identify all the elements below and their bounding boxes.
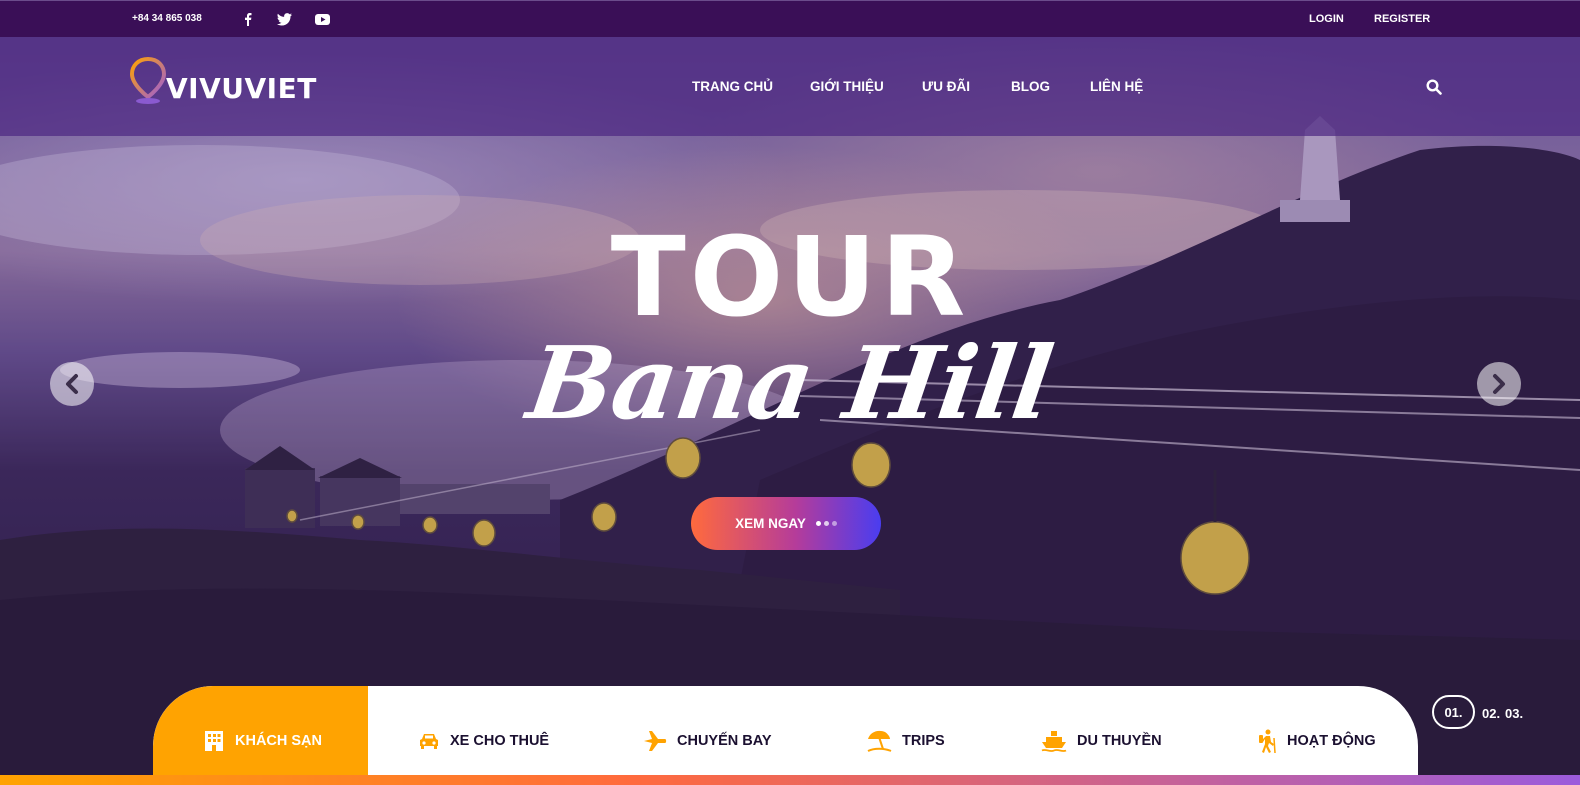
cta-label: XEM NGAY [735, 516, 806, 531]
tab-label: KHÁCH SẠN [235, 732, 322, 749]
twitter-icon[interactable] [276, 11, 292, 27]
login-link[interactable]: LOGIN [1309, 13, 1344, 25]
nav-trang-chu[interactable]: TRANG CHỦ [692, 79, 773, 94]
top-bar: +84 34 865 038 LOGIN REGISTER [0, 0, 1580, 37]
chevron-left-icon[interactable] [50, 362, 94, 406]
hotel-icon [205, 730, 223, 751]
service-tabs: KHÁCH SẠN XE CHO THUÊ CHUYẾN BAY TRIPS D… [153, 686, 1418, 785]
car-icon [420, 733, 438, 749]
nav-gioi-thieu[interactable]: GIỚI THIỆU [810, 79, 884, 94]
location-pin-icon [130, 57, 167, 104]
tab-label: TRIPS [902, 732, 945, 749]
tab-du-thuyen[interactable]: DU THUYỀN [1041, 686, 1162, 785]
tab-trips[interactable]: TRIPS [866, 686, 945, 785]
hero-title: TOUR [610, 213, 970, 341]
hero-subtitle: Bana Hill [521, 324, 1059, 442]
nav-blog[interactable]: BLOG [1011, 79, 1050, 94]
chevron-right-icon[interactable] [1477, 362, 1521, 406]
tab-xe-cho-thue[interactable]: XE CHO THUÊ [418, 686, 549, 785]
brand-name: VIVUVIET [166, 72, 317, 105]
tab-label: HOẠT ĐỘNG [1287, 732, 1376, 749]
main-navbar: VIVUVIET TRANG CHỦ GIỚI THIỆU ƯU ĐÃI BLO… [0, 37, 1580, 136]
beach-umbrella-icon [867, 730, 892, 752]
youtube-icon[interactable] [314, 11, 330, 27]
tab-label: DU THUYỀN [1077, 732, 1162, 749]
tab-khach-san[interactable]: KHÁCH SẠN [153, 686, 368, 785]
dots-icon [815, 521, 837, 526]
phone-number[interactable]: +84 34 865 038 [132, 13, 202, 24]
slide-page-1[interactable]: 01. [1432, 695, 1475, 729]
tab-label: XE CHO THUÊ [450, 732, 550, 749]
bottom-accent-line [0, 775, 1580, 785]
nav-lien-he[interactable]: LIÊN HỆ [1090, 79, 1143, 94]
nav-uu-dai[interactable]: ƯU ĐÃI [922, 79, 970, 94]
xem-ngay-button[interactable]: XEM NGAY [691, 497, 881, 550]
hiking-icon [1259, 729, 1276, 753]
slide-page-3[interactable]: 03. [1505, 706, 1523, 721]
tab-hoat-dong[interactable]: HOẠT ĐỘNG [1257, 686, 1376, 785]
slide-page-2[interactable]: 02. [1482, 706, 1500, 721]
site-logo[interactable]: VIVUVIET [130, 57, 317, 105]
tab-chuyen-bay[interactable]: CHUYẾN BAY [643, 686, 772, 785]
tab-label: CHUYẾN BAY [677, 732, 772, 749]
ship-icon [1041, 730, 1067, 752]
facebook-icon[interactable] [240, 11, 256, 27]
plane-icon [644, 730, 667, 751]
search-icon[interactable] [1426, 79, 1442, 95]
register-link[interactable]: REGISTER [1374, 13, 1430, 25]
